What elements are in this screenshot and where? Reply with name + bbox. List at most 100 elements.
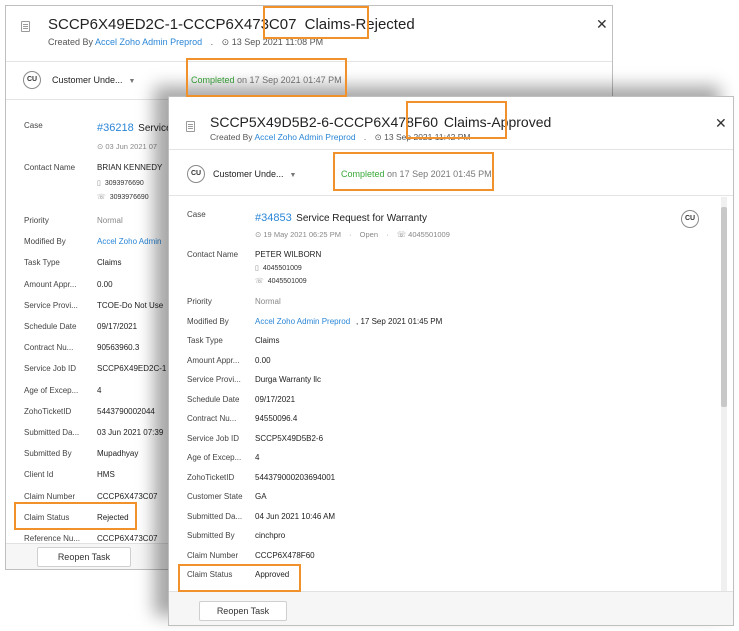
- field-value: CCCP6X473C07: [97, 491, 158, 501]
- field-row: Modified By Accel Zoho Admin Preprod , 17 …: [169, 317, 733, 333]
- field-value: TCOE-Do Not Use: [97, 300, 164, 310]
- field-label: Service Provi...: [24, 300, 78, 310]
- close-icon[interactable]: ✕: [596, 16, 608, 33]
- case-value: #34853 Service Request for Warranty: [255, 212, 427, 224]
- field-value-suffix: , 17 Sep 2021 01:45 PM: [356, 316, 443, 326]
- created-by-link[interactable]: Accel Zoho Admin Preprod: [95, 37, 202, 47]
- clock-icon: ⊙: [374, 132, 382, 142]
- field-value: cinchpro: [255, 531, 286, 540]
- field-label: Submitted By: [187, 531, 235, 540]
- field-value[interactable]: Accel Zoho Admin Preprod: [255, 317, 350, 326]
- clock-icon: ⊙: [97, 142, 104, 151]
- field-label: Contract Nu...: [187, 414, 237, 423]
- case-label: Case: [24, 121, 43, 130]
- field-label: Service Job ID: [24, 364, 77, 374]
- field-value: 90563960.3: [97, 343, 140, 353]
- field-value: CCCP6X473C07: [97, 534, 158, 543]
- task-icon: [21, 21, 30, 32]
- field-value: 5443790002044: [97, 406, 155, 416]
- field-row: Amount Appr... 0.00: [169, 356, 733, 372]
- phone-home: ☏ 3093976690: [97, 194, 149, 201]
- case-label: Case: [187, 210, 206, 219]
- field-row: Submitted By cinchpro: [169, 531, 733, 547]
- created-by-line: Created By Accel Zoho Admin Preprod . ⊙ …: [210, 132, 471, 142]
- case-link[interactable]: #36218: [97, 122, 134, 134]
- field-label: ZohoTicketID: [24, 406, 72, 416]
- field-label: Schedule Date: [187, 394, 240, 404]
- case-meta: ⊙ 19 May 2021 06:25 PM · Open · ☏ 404550…: [255, 230, 450, 239]
- field-row: Task Type Claims: [169, 336, 733, 352]
- field-value: 0.00: [97, 279, 113, 289]
- phone-icon: ☏: [255, 278, 264, 285]
- field-label: Reference Nu...: [24, 534, 81, 543]
- chevron-down-icon: ▼: [289, 172, 297, 179]
- field-label: Claim Number: [24, 491, 76, 501]
- contact-label: Contact Name: [187, 250, 239, 259]
- field-label: Age of Excep...: [24, 385, 79, 395]
- field-value: HMS: [97, 470, 115, 480]
- field-label: Submitted Da...: [187, 511, 243, 521]
- task-status-title: Claims-Rejected: [304, 16, 415, 33]
- field-value: Rejected: [97, 512, 129, 522]
- field-label: Service Provi...: [187, 375, 241, 384]
- case-owner-avatar[interactable]: CU: [681, 210, 699, 228]
- field-row: Claim Number CCCP6X478F60: [169, 551, 733, 567]
- avatar[interactable]: CU: [187, 165, 205, 183]
- field-label: Priority: [187, 297, 212, 306]
- field-value: Normal: [97, 216, 123, 225]
- field-row: Age of Excep... 4: [169, 453, 733, 469]
- contact-name: PETER WILBORN: [255, 250, 322, 259]
- field-label: Modified By: [187, 316, 229, 326]
- field-label: Contract Nu...: [24, 343, 74, 353]
- phone-icon: ☏: [396, 230, 407, 239]
- clock-icon: ⊙: [221, 37, 230, 47]
- field-value: Durga Warranty llc: [255, 375, 321, 384]
- field-label: Modified By: [24, 237, 66, 247]
- field-label: Task Type: [187, 336, 223, 345]
- close-icon[interactable]: ✕: [715, 115, 727, 132]
- field-label: Priority: [24, 216, 49, 225]
- completion-status: Completed on 17 Sep 2021 01:45 PM: [341, 169, 492, 179]
- field-value: Approved: [255, 570, 290, 579]
- case-link[interactable]: #34853: [255, 212, 292, 224]
- reopen-task-button[interactable]: Reopen Task: [199, 601, 287, 621]
- phone-icon: ▯: [255, 265, 259, 272]
- owner-dropdown[interactable]: Customer Unde... ▼: [213, 169, 296, 179]
- field-label: Client Id: [24, 470, 54, 480]
- phone-icon: ▯: [97, 180, 101, 187]
- field-value: 09/17/2021: [255, 394, 296, 404]
- phone-home: ☏ 4045501009: [255, 278, 307, 285]
- field-row: Claim Status Approved: [169, 570, 733, 586]
- field-row: Contract Nu... 94550096.4: [169, 414, 733, 430]
- field-row: Service Job ID SCCP5X49D5B2-6: [169, 434, 733, 450]
- field-label: Submitted By: [24, 449, 72, 459]
- avatar[interactable]: CU: [23, 71, 41, 89]
- field-value: 04 Jun 2021 10:46 AM: [255, 511, 336, 521]
- reopen-task-button[interactable]: Reopen Task: [37, 547, 131, 567]
- chevron-down-icon: ▼: [128, 78, 136, 85]
- created-by-link[interactable]: Accel Zoho Admin Preprod: [254, 132, 355, 142]
- field-value: SCCP5X49D5B2-6: [255, 433, 324, 443]
- task-title: SCCP5X49D5B2-6-CCCP6X478F60 Claims-Appro…: [210, 114, 551, 130]
- task-icon: [186, 121, 195, 132]
- owner-dropdown[interactable]: Customer Unde... ▼: [52, 75, 135, 85]
- divider: [169, 195, 733, 196]
- clock-icon: ⊙: [255, 230, 262, 239]
- field-label: Schedule Date: [24, 322, 77, 331]
- task-id: SCCP6X49ED2C-1-CCCP6X473C07: [48, 16, 297, 33]
- field-value: 0.00: [255, 355, 271, 365]
- field-value: CCCP6X478F60: [255, 550, 315, 560]
- contact-label: Contact Name: [24, 163, 76, 172]
- field-row: Schedule Date 09/17/2021: [169, 395, 733, 411]
- task-title: SCCP6X49ED2C-1-CCCP6X473C07 Claims-Rejec…: [48, 16, 415, 33]
- field-row: ZohoTicketID 544379000203694001: [169, 473, 733, 489]
- scrollbar[interactable]: [721, 197, 727, 593]
- contact-name: BRIAN KENNEDY: [97, 163, 163, 172]
- field-value: Normal: [255, 297, 281, 306]
- task-detail-panel-approved: SCCP5X49D5B2-6-CCCP6X478F60 Claims-Appro…: [168, 96, 734, 626]
- field-value[interactable]: Accel Zoho Admin: [97, 237, 161, 246]
- field-label: Age of Excep...: [187, 453, 242, 462]
- task-status-title: Claims-Approved: [443, 114, 552, 130]
- scroll-thumb[interactable]: [721, 207, 727, 407]
- field-value: GA: [255, 492, 267, 501]
